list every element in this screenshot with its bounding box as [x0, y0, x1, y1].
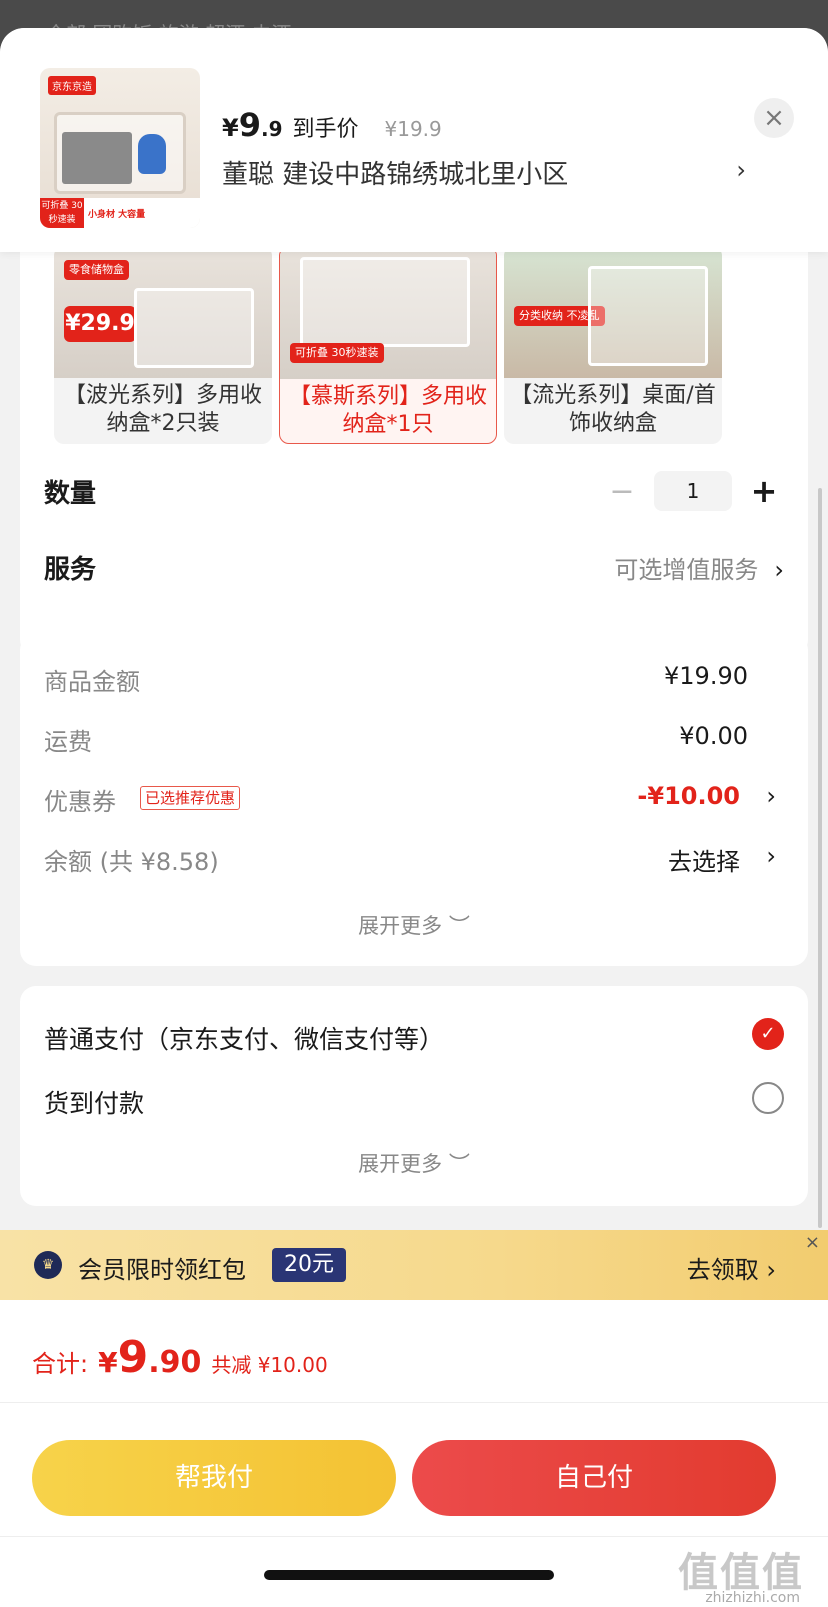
price-label: 到手价 [292, 117, 359, 142]
home-indicator[interactable] [264, 1570, 554, 1580]
total-price: 合计: ¥ 9 .90 共减 ¥10.00 [32, 1332, 328, 1383]
total-currency: ¥ [98, 1346, 118, 1379]
payment-option-normal[interactable]: 普通支付（京东支付、微信支付等） ✓ [44, 1014, 784, 1058]
product-illustration [300, 257, 470, 347]
minus-icon[interactable]: − [602, 474, 642, 509]
variant-sticker: 零食储物盒 [64, 260, 129, 280]
shipping-row: 运费 ¥0.00 [44, 718, 784, 758]
price-currency: ¥ [222, 114, 239, 142]
variant-price-badge: ¥29.9 [64, 306, 136, 342]
shipping-value: ¥0.00 [679, 722, 748, 750]
variant-image: 可折叠 30秒速装 [280, 247, 496, 379]
chevron-right-icon[interactable]: › [736, 156, 746, 184]
scrollbar[interactable] [818, 488, 822, 1228]
variant-card-2[interactable]: 可折叠 30秒速装 【慕斯系列】多用收纳盒*1只 [279, 246, 497, 444]
checkout-sheet: 零食储物盒 ¥29.9 【波光系列】多用收纳盒*2只装 可折叠 30秒速装 【慕… [0, 28, 828, 1607]
total-integer: 9 [117, 1332, 149, 1383]
variant-card-3[interactable]: 分类收纳 不凌乱 【流光系列】桌面/首饰收纳盒 [504, 246, 722, 444]
variant-label: 【流光系列】桌面/首饰收纳盒 [510, 383, 716, 436]
close-icon[interactable]: × [805, 1232, 820, 1253]
price-integer: 9 [238, 106, 261, 144]
plus-icon[interactable]: + [744, 472, 784, 510]
total-discount: 共减 ¥10.00 [211, 1353, 328, 1377]
payment-cod-label: 货到付款 [44, 1089, 145, 1118]
thumbnail-badge: 可折叠 30秒速装 [40, 198, 84, 228]
variant-label: 【慕斯系列】多用收纳盒*1只 [288, 384, 487, 437]
product-illustration [588, 266, 708, 366]
balance-label: 余额 (共 ¥8.58) [44, 848, 219, 876]
service-title: 服务 [44, 554, 97, 585]
final-price: ¥ 9 .9 到手价 ¥19.9 [222, 106, 442, 144]
chevron-right-icon: › [766, 842, 776, 870]
close-icon[interactable]: × [754, 98, 794, 138]
shipping-label: 运费 [44, 728, 92, 756]
total-label: 合计: [32, 1350, 89, 1378]
payment-normal-label: 普通支付（京东支付、微信支付等） [44, 1025, 445, 1054]
chevron-right-icon: › [766, 782, 776, 810]
price-decimal: .9 [260, 117, 283, 141]
goods-amount-value: ¥19.90 [664, 662, 748, 690]
payment-option-cod[interactable]: 货到付款 [44, 1078, 784, 1122]
quantity-row: 数量 − 1 + [44, 466, 784, 516]
total-decimal: .90 [148, 1345, 202, 1380]
goods-amount-row: 商品金额 ¥19.90 [44, 658, 784, 698]
service-value-text: 可选增值服务 [614, 555, 759, 584]
variant-label: 【波光系列】多用收纳盒*2只装 [63, 383, 262, 436]
watermark-url: zhizhizhi.com [705, 1590, 800, 1606]
divider [0, 1536, 828, 1537]
service-value[interactable]: 可选增值服务 › [614, 550, 784, 585]
balance-row[interactable]: 余额 (共 ¥8.58) 去选择 › [44, 838, 784, 878]
coupon-label: 优惠券 [44, 788, 116, 816]
divider [0, 1402, 828, 1403]
unchecked-radio-icon[interactable] [752, 1082, 784, 1114]
figure-illustration [138, 134, 166, 174]
banner-amount-badge: 20元 [272, 1248, 346, 1282]
service-row[interactable]: 服务 可选增值服务 › [44, 542, 784, 592]
member-redpacket-banner[interactable]: ♛ 会员限时领红包 20元 去领取 › × [0, 1230, 828, 1300]
payment-method-card: 普通支付（京东支付、微信支付等） ✓ 货到付款 展开更多 ︶ [20, 986, 808, 1206]
coupon-value: -¥10.00 [637, 782, 740, 810]
pay-for-me-button[interactable]: 帮我付 [32, 1440, 396, 1516]
checkout-footer: 合计: ¥ 9 .90 共减 ¥10.00 帮我付 自己付 值值值 zhizhi… [0, 1300, 828, 1607]
balance-select: 去选择 [668, 848, 740, 876]
product-thumbnail: 京东京造 可折叠 30秒速装 小身材 大容量 [40, 68, 200, 228]
variant-image: 分类收纳 不凌乱 [504, 246, 722, 378]
product-header: 京东京造 可折叠 30秒速装 小身材 大容量 ¥ 9 .9 到手价 ¥19.9 … [0, 28, 828, 252]
banner-claim-button[interactable]: 去领取 › [687, 1250, 776, 1285]
banner-text: 会员限时领红包 [78, 1256, 246, 1284]
brand-tag: 京东京造 [48, 76, 96, 95]
chevron-right-icon: › [774, 555, 784, 584]
quantity-stepper: − 1 + [602, 471, 784, 511]
original-price: ¥19.9 [384, 117, 442, 141]
variant-image: 零食储物盒 ¥29.9 [54, 246, 272, 378]
pay-myself-button[interactable]: 自己付 [412, 1440, 776, 1516]
delivery-address[interactable]: 董聪 建设中路锦绣城北里小区 [222, 154, 568, 191]
sku-panel: 零食储物盒 ¥29.9 【波光系列】多用收纳盒*2只装 可折叠 30秒速装 【慕… [20, 224, 808, 656]
crown-icon: ♛ [34, 1251, 62, 1279]
expand-more-price[interactable]: 展开更多 ︶ [20, 910, 808, 940]
quantity-title: 数量 [44, 478, 97, 509]
thumbnail-slogan: 小身材 大容量 [88, 210, 146, 220]
expand-more-payment[interactable]: 展开更多 ︶ [20, 1148, 808, 1178]
laptop-illustration [62, 132, 132, 184]
price-detail-card: 商品金额 ¥19.90 运费 ¥0.00 优惠券 已选推荐优惠 -¥10.00 … [20, 634, 808, 966]
coupon-row[interactable]: 优惠券 已选推荐优惠 -¥10.00 › [44, 778, 784, 818]
product-illustration [134, 288, 254, 368]
variant-sticker: 可折叠 30秒速装 [290, 343, 384, 363]
variant-card-1[interactable]: 零食储物盒 ¥29.9 【波光系列】多用收纳盒*2只装 [54, 246, 272, 444]
coupon-recommended-tag: 已选推荐优惠 [140, 786, 241, 810]
goods-amount-label: 商品金额 [44, 668, 140, 696]
quantity-input[interactable]: 1 [654, 471, 732, 511]
checked-radio-icon[interactable]: ✓ [752, 1018, 784, 1050]
